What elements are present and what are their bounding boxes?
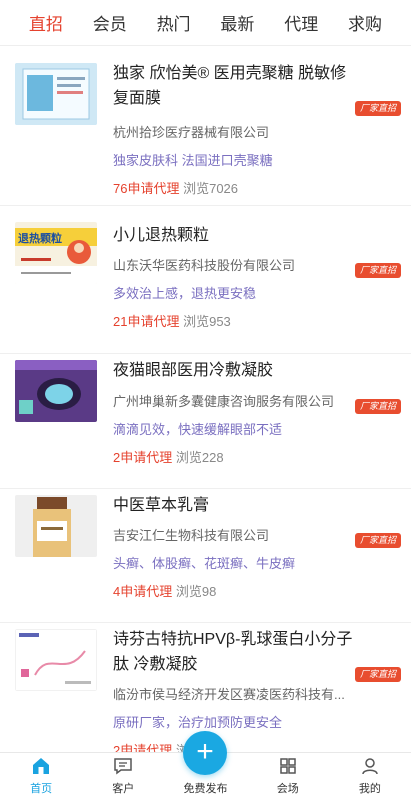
- tab-purchase[interactable]: 求购: [348, 10, 382, 35]
- nav-venue[interactable]: 会场: [247, 753, 329, 800]
- nav-profile[interactable]: 我的: [329, 753, 411, 800]
- nav-home[interactable]: 首页: [0, 753, 82, 800]
- apply-count: 4申请代理: [113, 584, 173, 599]
- list-item[interactable]: 中医草本乳膏 厂家直招 吉安江仁生物科技有限公司 头癣、体股癣、花斑癣、牛皮癣 …: [0, 489, 411, 623]
- user-icon: [359, 755, 381, 777]
- view-count: 浏览7026: [183, 181, 239, 196]
- product-title[interactable]: 诗芬古特抗HPVβ-乳球蛋白小分子肽 冷敷凝胶: [113, 627, 353, 677]
- home-icon: [30, 755, 52, 777]
- apply-count: 2申请代理: [113, 450, 173, 465]
- nav-label: 客户: [112, 783, 135, 795]
- publish-plus-button[interactable]: +: [183, 731, 227, 775]
- company-name: 山东沃华医药科技股份有限公司: [113, 258, 296, 273]
- product-stats: 21申请代理 浏览953: [113, 311, 231, 330]
- view-count: 浏览228: [175, 450, 224, 465]
- product-title[interactable]: 夜猫眼部医用冷敷凝胶: [113, 358, 353, 383]
- product-tags: 多效治上感，退热更安稳: [113, 286, 257, 301]
- product-thumbnail[interactable]: [15, 495, 97, 557]
- tab-agent[interactable]: 代理: [284, 10, 318, 35]
- tab-member[interactable]: 会员: [93, 10, 127, 35]
- category-tabs: 直招 会员 热门 最新 代理 求购: [0, 0, 411, 46]
- message-icon: [112, 755, 134, 777]
- factory-direct-badge: 厂家直招: [355, 399, 401, 414]
- product-list: 独家 欣怡美® 医用壳聚糖 脱敏修复面膜 厂家直招 杭州拾珍医疗器械有限公司 独…: [0, 47, 411, 752]
- company-name: 临汾市侯马经济开发区赛凌医药科技有...: [113, 687, 345, 702]
- nav-label: 会场: [276, 783, 299, 795]
- factory-direct-badge: 厂家直招: [355, 533, 401, 548]
- nav-label: 免费发布: [183, 783, 228, 795]
- factory-direct-badge: 厂家直招: [355, 263, 401, 278]
- grid-icon: [277, 755, 299, 777]
- product-thumbnail[interactable]: [15, 629, 97, 691]
- factory-direct-badge: 厂家直招: [355, 667, 401, 682]
- product-stats: 4申请代理 浏览98: [113, 581, 216, 600]
- nav-label: 我的: [358, 783, 381, 795]
- product-title[interactable]: 中医草本乳膏: [113, 493, 353, 518]
- thumbnail-text: 退热颗粒: [18, 233, 62, 245]
- company-name: 杭州拾珍医疗器械有限公司: [113, 125, 270, 140]
- view-count: 浏览98: [175, 584, 217, 599]
- product-title[interactable]: 独家 欣怡美® 医用壳聚糖 脱敏修复面膜: [113, 61, 353, 111]
- plus-icon: +: [196, 735, 214, 768]
- product-tags: 独家皮肤科 法国进口壳聚糖: [113, 153, 273, 168]
- tab-direct-recruit[interactable]: 直招: [29, 10, 63, 35]
- product-stats: 76申请代理 浏览7026: [113, 178, 238, 197]
- product-stats: 2申请代理 浏览228: [113, 447, 224, 466]
- product-thumbnail[interactable]: [15, 63, 97, 125]
- product-thumbnail[interactable]: 退热颗粒: [15, 222, 97, 284]
- product-title[interactable]: 小儿退热颗粒: [113, 223, 353, 248]
- product-tags: 原研厂家，治疗加预防更安全: [113, 715, 283, 730]
- apply-count: 2申请代理: [113, 743, 173, 752]
- list-item[interactable]: 夜猫眼部医用冷敷凝胶 厂家直招 广州坤巢新多囊健康咨询服务有限公司 滴滴见效，快…: [0, 354, 411, 489]
- view-count: 浏览953: [183, 314, 231, 329]
- tab-hot[interactable]: 热门: [157, 10, 191, 35]
- factory-direct-badge: 厂家直招: [355, 101, 401, 116]
- product-thumbnail[interactable]: [15, 360, 97, 422]
- company-name: 广州坤巢新多囊健康咨询服务有限公司: [113, 394, 335, 409]
- product-tags: 头癣、体股癣、花斑癣、牛皮癣: [113, 556, 296, 571]
- list-item[interactable]: 独家 欣怡美® 医用壳聚糖 脱敏修复面膜 厂家直招 杭州拾珍医疗器械有限公司 独…: [0, 47, 411, 206]
- company-name: 吉安江仁生物科技有限公司: [113, 528, 270, 543]
- tab-latest[interactable]: 最新: [220, 10, 254, 35]
- product-tags: 滴滴见效，快速缓解眼部不适: [113, 422, 283, 437]
- nav-label: 首页: [30, 783, 53, 795]
- list-item[interactable]: 退热颗粒 小儿退热颗粒 厂家直招 山东沃华医药科技股份有限公司 多效治上感，退热…: [0, 206, 411, 354]
- nav-customers[interactable]: 客户: [82, 753, 164, 800]
- apply-count: 21申请代理: [113, 314, 180, 329]
- apply-count: 76申请代理: [113, 181, 180, 196]
